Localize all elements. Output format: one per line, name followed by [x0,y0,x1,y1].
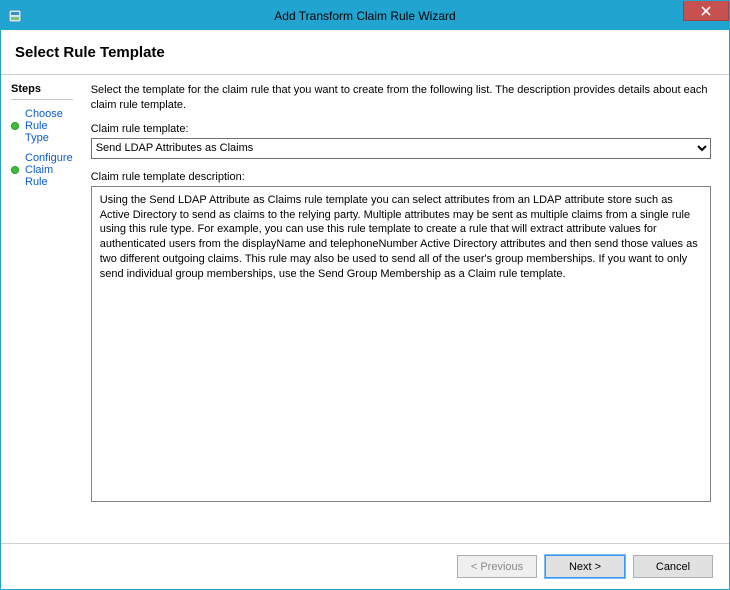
steps-panel: Steps Choose Rule Type Configure Claim R… [1,75,83,543]
step-bullet-icon [11,166,19,174]
page-title: Select Rule Template [15,44,715,61]
close-icon [701,6,711,16]
footer: < Previous Next > Cancel [1,543,729,589]
wizard-window: Add Transform Claim Rule Wizard Select R… [0,0,730,590]
step-configure-claim-rule[interactable]: Configure Claim Rule [11,148,73,192]
step-label: Configure Claim Rule [25,152,73,188]
step-label: Choose Rule Type [25,108,73,144]
content-panel: Select the template for the claim rule t… [83,75,729,543]
intro-text: Select the template for the claim rule t… [91,83,711,113]
template-select-wrap: Send LDAP Attributes as Claims [91,138,711,159]
next-button[interactable]: Next > [545,555,625,578]
close-button[interactable] [683,1,729,21]
titlebar: Add Transform Claim Rule Wizard [1,1,729,30]
body: Steps Choose Rule Type Configure Claim R… [1,74,729,543]
claim-rule-template-select[interactable]: Send LDAP Attributes as Claims [91,138,711,159]
window-title: Add Transform Claim Rule Wizard [1,9,729,23]
cancel-button[interactable]: Cancel [633,555,713,578]
template-label: Claim rule template: [91,123,711,135]
step-choose-rule-type[interactable]: Choose Rule Type [11,104,73,148]
previous-button[interactable]: < Previous [457,555,537,578]
header: Select Rule Template [1,30,729,74]
app-icon [7,8,23,24]
step-bullet-icon [11,122,19,130]
template-description: Using the Send LDAP Attribute as Claims … [91,186,711,502]
steps-title: Steps [11,81,73,100]
description-label: Claim rule template description: [91,171,711,183]
